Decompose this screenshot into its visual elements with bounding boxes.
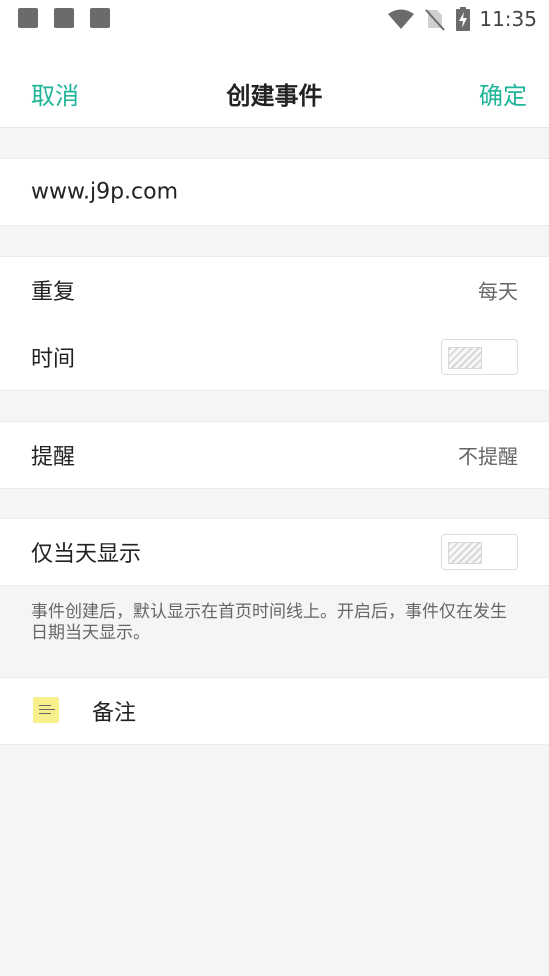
time-label: 时间 — [31, 347, 76, 372]
repeat-value: 每天 — [478, 279, 518, 304]
today-only-card: 仅当天显示 — [0, 518, 549, 586]
event-title-field[interactable]: www.j9p.com — [0, 159, 549, 225]
battery-charging-icon — [456, 7, 471, 31]
toggle-knob — [448, 347, 482, 369]
remind-value: 不提醒 — [458, 444, 518, 469]
repeat-label: 重复 — [31, 280, 76, 305]
wifi-icon — [388, 9, 415, 29]
notification-square-icon — [18, 8, 38, 28]
nav-bar: 取消 创建事件 确定 — [0, 38, 549, 128]
remind-row[interactable]: 提醒 不提醒 — [0, 422, 549, 488]
time-row: 时间 — [0, 324, 549, 390]
today-only-hint: 事件创建后，默认显示在首页时间线上。开启后，事件仅在发生日期当天显示。 — [31, 602, 507, 643]
remind-label: 提醒 — [31, 445, 76, 470]
notification-square-icon — [54, 8, 74, 28]
event-title-text: www.j9p.com — [31, 179, 179, 205]
toggle-knob — [448, 542, 482, 564]
note-label: 备注 — [92, 701, 137, 726]
repeat-row[interactable]: 重复 每天 — [0, 257, 549, 323]
time-toggle[interactable] — [441, 339, 518, 375]
today-only-label: 仅当天显示 — [31, 542, 142, 567]
event-title-card: www.j9p.com — [0, 158, 549, 226]
today-only-row: 仅当天显示 — [0, 519, 549, 585]
note-icon — [33, 697, 59, 723]
remind-card: 提醒 不提醒 — [0, 421, 549, 489]
note-row[interactable]: 备注 — [0, 678, 549, 744]
confirm-button[interactable]: 确定 — [479, 76, 527, 111]
page-title: 创建事件 — [226, 82, 323, 110]
today-only-toggle[interactable] — [441, 534, 518, 570]
status-time: 11:35 — [479, 7, 537, 31]
notification-square-icon — [90, 8, 110, 28]
status-bar: 11:35 — [0, 0, 549, 38]
no-sim-icon — [425, 9, 446, 31]
note-card: 备注 — [0, 677, 549, 745]
schedule-card: 重复 每天 时间 — [0, 256, 549, 391]
